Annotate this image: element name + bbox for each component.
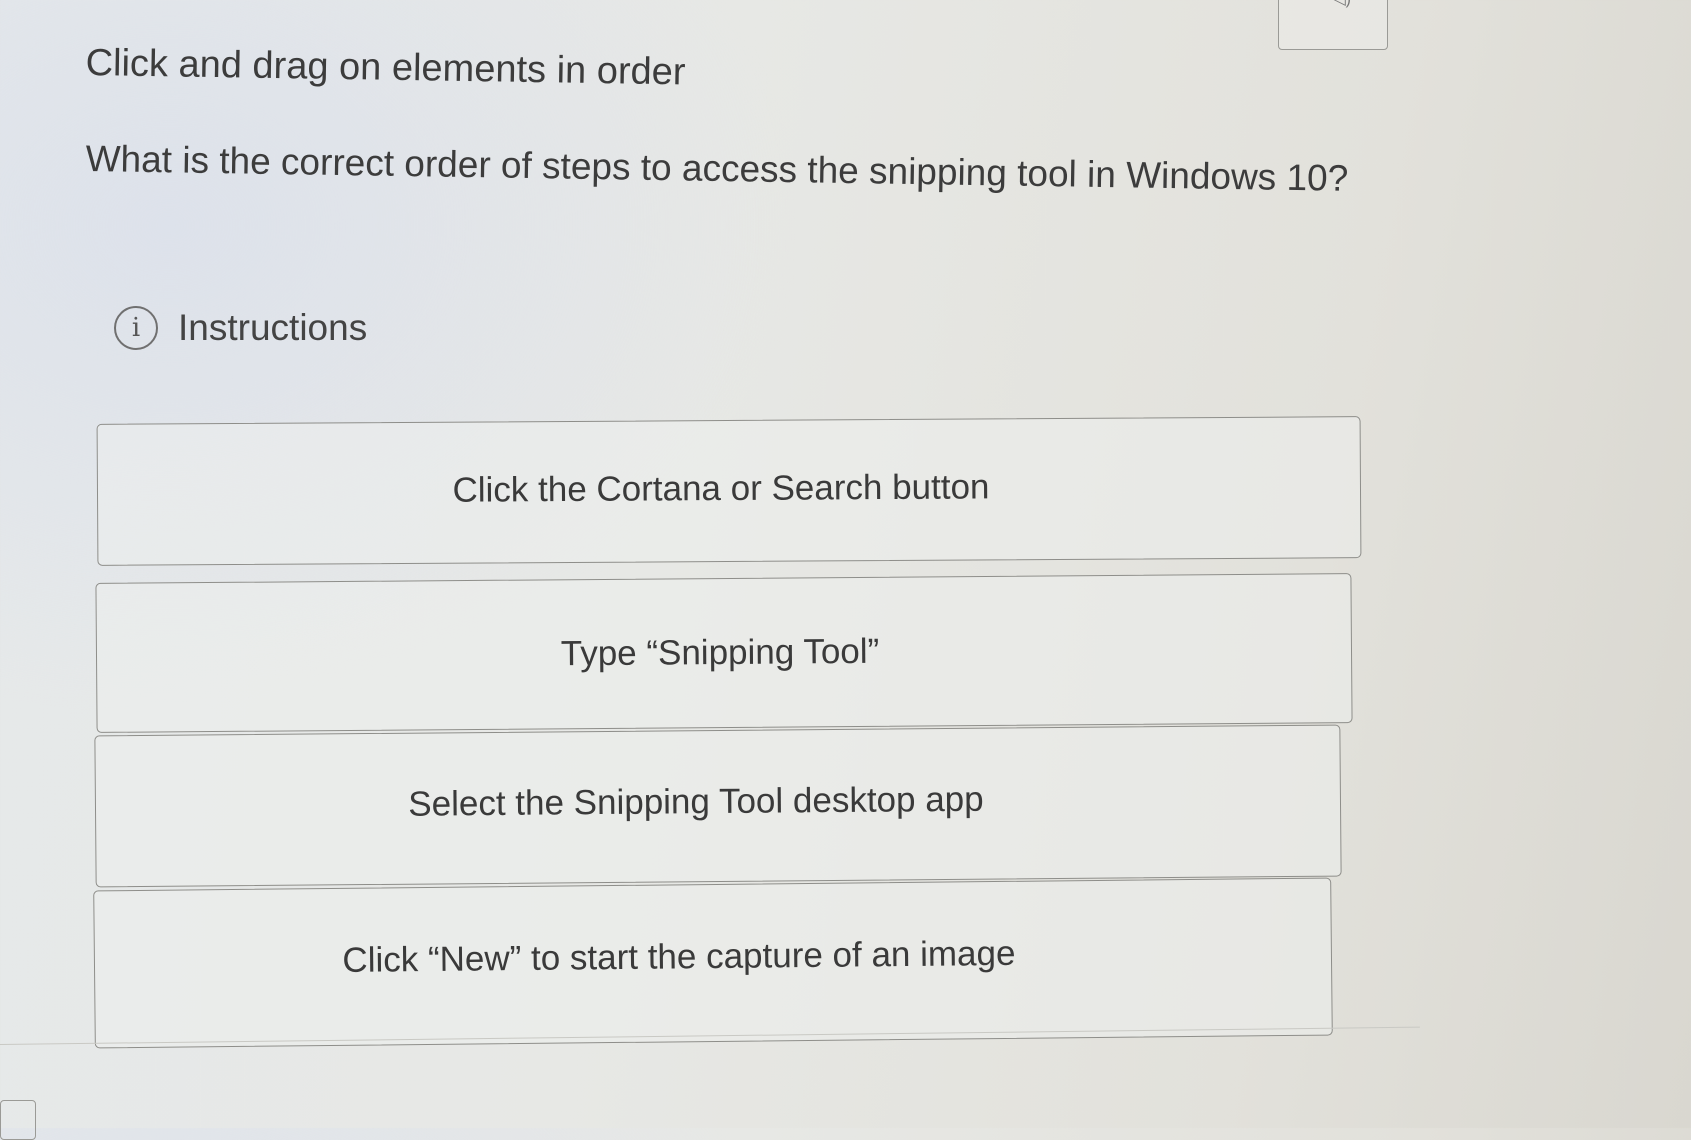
step-label: Type “Snipping Tool” [560,631,880,674]
draggable-step[interactable]: Type “Snipping Tool” [95,573,1353,733]
step-label: Select the Snipping Tool desktop app [408,779,984,824]
info-icon: i [114,306,158,350]
top-right-control[interactable]: ◁) [1278,0,1388,50]
speaker-icon: ◁) [1333,0,1351,9]
bottom-left-control[interactable] [0,1100,36,1140]
draggable-step[interactable]: Click the Cortana or Search button [96,416,1362,566]
instructions-label: Instructions [178,307,368,348]
instructions-toggle[interactable]: i Instructions [114,306,367,350]
step-label: Click the Cortana or Search button [452,467,990,510]
prompt-heading: Click and drag on elements in order [85,42,686,94]
page: ◁) Click and drag on elements in order W… [0,0,1691,1140]
question-text: What is the correct order of steps to ac… [85,138,1349,199]
draggable-step[interactable]: Select the Snipping Tool desktop app [94,724,1342,888]
draggable-step[interactable]: Click “New” to start the capture of an i… [93,877,1333,1049]
step-label: Click “New” to start the capture of an i… [342,933,1016,980]
